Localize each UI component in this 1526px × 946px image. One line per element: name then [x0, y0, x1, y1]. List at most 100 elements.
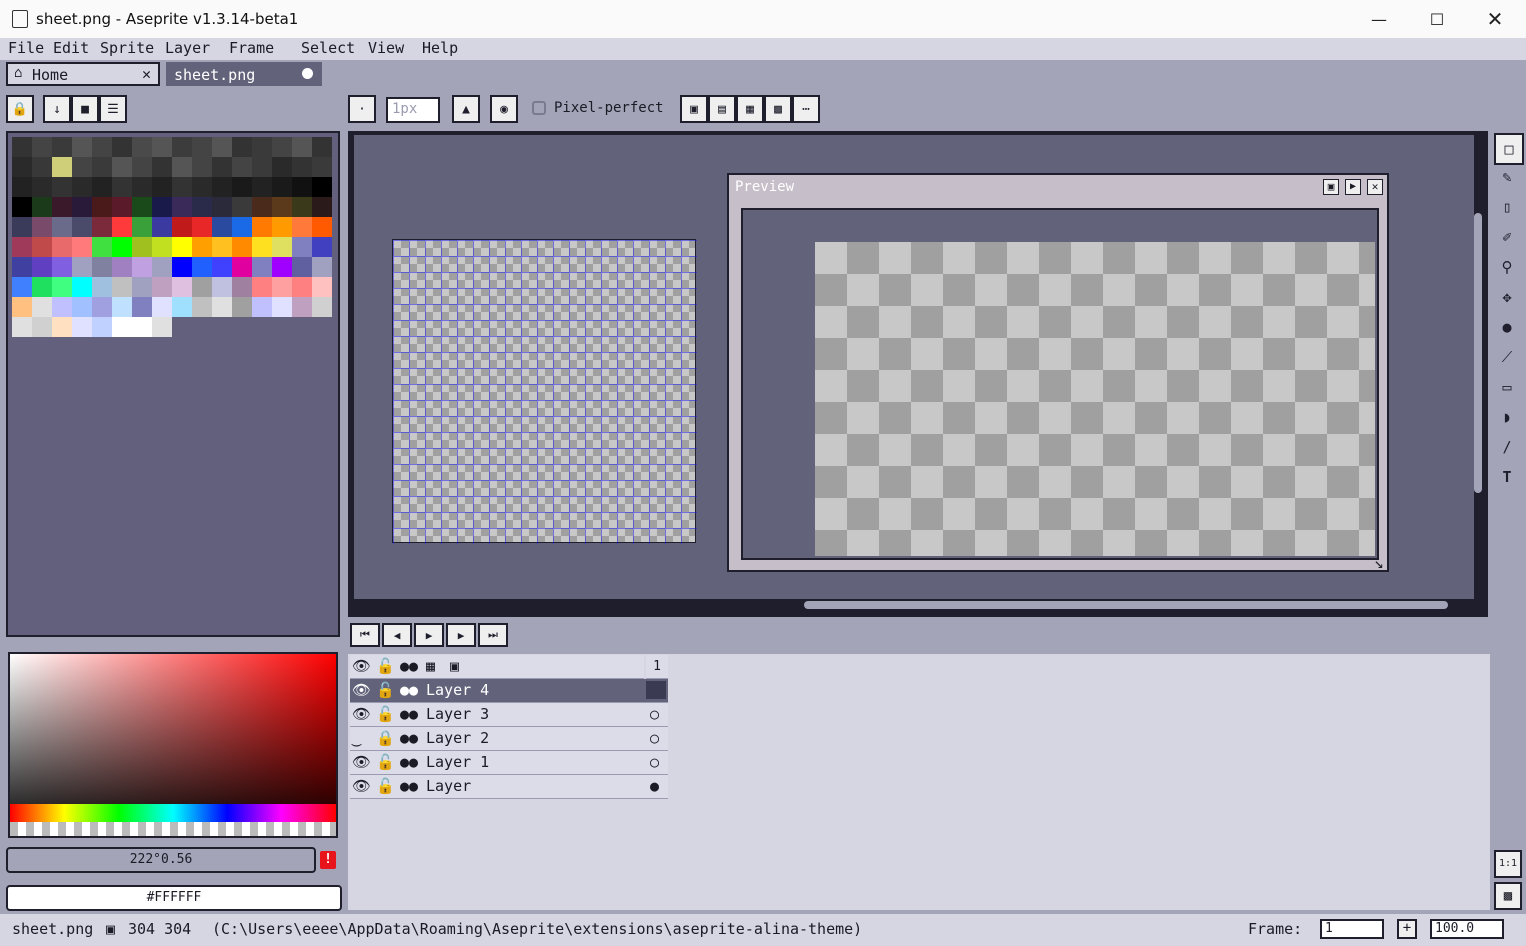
sort-icon[interactable]: ↓: [43, 95, 71, 123]
pixel-perfect-checkbox[interactable]: [532, 101, 546, 115]
dynamics-icon[interactable]: ◉: [490, 95, 518, 123]
menu-select[interactable]: Select: [301, 39, 355, 57]
symmetry-h-icon[interactable]: ▤: [708, 95, 736, 123]
timeline-toggle-icon[interactable]: ▩: [1494, 882, 1522, 910]
continuous-icon[interactable]: ●●: [400, 777, 418, 795]
layer-row-layer-4[interactable]: 👁 🔓 ●● Layer 4: [350, 679, 668, 703]
hue-slider[interactable]: [10, 804, 336, 822]
lock-icon[interactable]: 🔒: [376, 729, 395, 747]
brush-size-input[interactable]: 1px: [386, 97, 440, 123]
last-frame-icon[interactable]: ⏭: [478, 623, 508, 647]
layer-new-icon[interactable]: ▣: [450, 657, 459, 675]
app-icon: [12, 10, 28, 28]
first-frame-icon[interactable]: ⏮: [350, 623, 380, 647]
layer-row-layer-2[interactable]: ‿ 🔒 ●● Layer 2 ○: [350, 727, 668, 751]
layer-row-layer-1[interactable]: 👁 🔓 ●● Layer 1 ○: [350, 751, 668, 775]
eraser-tool-icon[interactable]: ▯: [1494, 193, 1520, 221]
hsv-field[interactable]: 222°0.56: [6, 847, 316, 873]
lock-icon[interactable]: 🔒: [6, 95, 34, 123]
layer-row-layer-3[interactable]: 👁 🔓 ●● Layer 3 ○: [350, 703, 668, 727]
layer-group-icon[interactable]: ▦: [426, 657, 435, 675]
continuous-icon[interactable]: ●●: [400, 729, 418, 747]
rectangle-tool-icon[interactable]: ▭: [1494, 373, 1520, 401]
vertical-scrollbar[interactable]: [1474, 213, 1482, 493]
text-tool-icon[interactable]: T: [1494, 463, 1520, 491]
close-button[interactable]: ✕: [1466, 0, 1524, 38]
alpha-slider[interactable]: [10, 822, 336, 836]
minimize-button[interactable]: —: [1350, 0, 1408, 38]
cel-empty-icon[interactable]: ○: [650, 729, 659, 747]
options-icon[interactable]: ☰: [99, 95, 127, 123]
hex-field[interactable]: #FFFFFF: [6, 885, 342, 911]
play-icon[interactable]: ▶: [1345, 179, 1361, 195]
zoom-one-to-one-button[interactable]: 1:1: [1494, 850, 1522, 878]
cel-empty-icon[interactable]: ○: [650, 753, 659, 771]
lock-header-icon[interactable]: 🔓: [376, 657, 395, 675]
unlock-icon[interactable]: 🔓: [376, 777, 395, 795]
continuous-icon[interactable]: ●●: [400, 681, 418, 699]
play-animation-icon[interactable]: ▶: [414, 623, 444, 647]
ink-icon[interactable]: ▲: [452, 95, 480, 123]
warning-icon[interactable]: !: [320, 851, 336, 869]
visibility-icon[interactable]: 👁: [352, 777, 371, 795]
horizontal-scrollbar[interactable]: [804, 601, 1448, 609]
unlock-icon[interactable]: 🔓: [376, 705, 395, 723]
new-frame-plus-icon[interactable]: +: [1397, 919, 1417, 939]
visibility-icon[interactable]: 👁: [352, 681, 371, 699]
visibility-icon[interactable]: 👁: [352, 753, 371, 771]
tab-home[interactable]: ⌂ Home ✕: [6, 62, 160, 86]
color-palette[interactable]: [6, 131, 340, 637]
symmetry-v-icon[interactable]: ▦: [736, 95, 764, 123]
previous-frame-icon[interactable]: ◀: [382, 623, 412, 647]
unlock-icon[interactable]: 🔓: [376, 753, 395, 771]
cel-empty-icon[interactable]: ○: [650, 705, 659, 723]
tab-close-icon[interactable]: ✕: [142, 65, 151, 83]
contour-tool-icon[interactable]: ◗: [1494, 403, 1520, 431]
visibility-header-icon[interactable]: 👁: [352, 657, 371, 675]
tool-column: □ ✎ ▯ ✐ ⚲ ✥ ● ⟋ ▭ ◗ ∕ T: [1490, 131, 1526, 491]
symmetry-both-icon[interactable]: ▩: [764, 95, 792, 123]
unlock-icon[interactable]: 🔓: [376, 681, 395, 699]
cel-filled-icon[interactable]: ●: [650, 777, 659, 795]
frame-input[interactable]: 1: [1320, 919, 1384, 939]
more-options-icon[interactable]: ⋯: [792, 95, 820, 123]
menu-view[interactable]: View: [368, 39, 404, 57]
menu-file[interactable]: File: [8, 39, 44, 57]
menu-help[interactable]: Help: [422, 39, 458, 57]
next-frame-icon[interactable]: ▶: [446, 623, 476, 647]
zoom-tool-icon[interactable]: ⚲: [1494, 253, 1520, 281]
menu-sprite[interactable]: Sprite: [100, 39, 154, 57]
zoom-input[interactable]: 100.0: [1430, 919, 1504, 939]
cel-active[interactable]: [646, 681, 666, 699]
continuous-icon[interactable]: ●●: [400, 753, 418, 771]
maximize-button[interactable]: ☐: [1408, 0, 1466, 38]
menu-edit[interactable]: Edit: [53, 39, 89, 57]
continuous-header-icon[interactable]: ●●: [400, 657, 418, 675]
paint-bucket-tool-icon[interactable]: ●: [1494, 313, 1520, 341]
layer-row-layer[interactable]: 👁 🔓 ●● Layer ●: [350, 775, 668, 799]
pencil-tool-icon[interactable]: ✎: [1494, 163, 1520, 191]
marquee-tool-icon[interactable]: □: [1494, 133, 1524, 165]
visibility-icon[interactable]: 👁: [352, 705, 371, 723]
menu-frame[interactable]: Frame: [229, 39, 274, 57]
blur-tool-icon[interactable]: ∕: [1494, 433, 1520, 461]
preview-viewport[interactable]: [741, 208, 1379, 560]
symmetry-icon[interactable]: ▣: [680, 95, 708, 123]
brush-type-icon[interactable]: ·: [348, 95, 376, 123]
frame-header-1[interactable]: 1: [646, 655, 668, 679]
move-tool-icon[interactable]: ✥: [1494, 283, 1520, 311]
eyedropper-tool-icon[interactable]: ✐: [1494, 223, 1520, 251]
sprite-sheet[interactable]: [392, 239, 697, 544]
tab-sheet[interactable]: sheet.png: [166, 62, 322, 86]
line-tool-icon[interactable]: ⟋: [1494, 343, 1520, 371]
continuous-icon[interactable]: ●●: [400, 705, 418, 723]
status-size: 304 304: [128, 920, 192, 938]
preview-close-icon[interactable]: ✕: [1367, 179, 1383, 195]
preview-window[interactable]: Preview ▣ ▶ ✕ ↘: [727, 173, 1389, 572]
menu-layer[interactable]: Layer: [165, 39, 210, 57]
size-icon: ▣: [106, 920, 116, 938]
presets-icon[interactable]: ■: [71, 95, 99, 123]
hidden-icon[interactable]: ‿: [352, 729, 361, 747]
resize-handle-icon[interactable]: ↘: [1369, 553, 1389, 573]
fullscreen-icon[interactable]: ▣: [1323, 179, 1339, 195]
